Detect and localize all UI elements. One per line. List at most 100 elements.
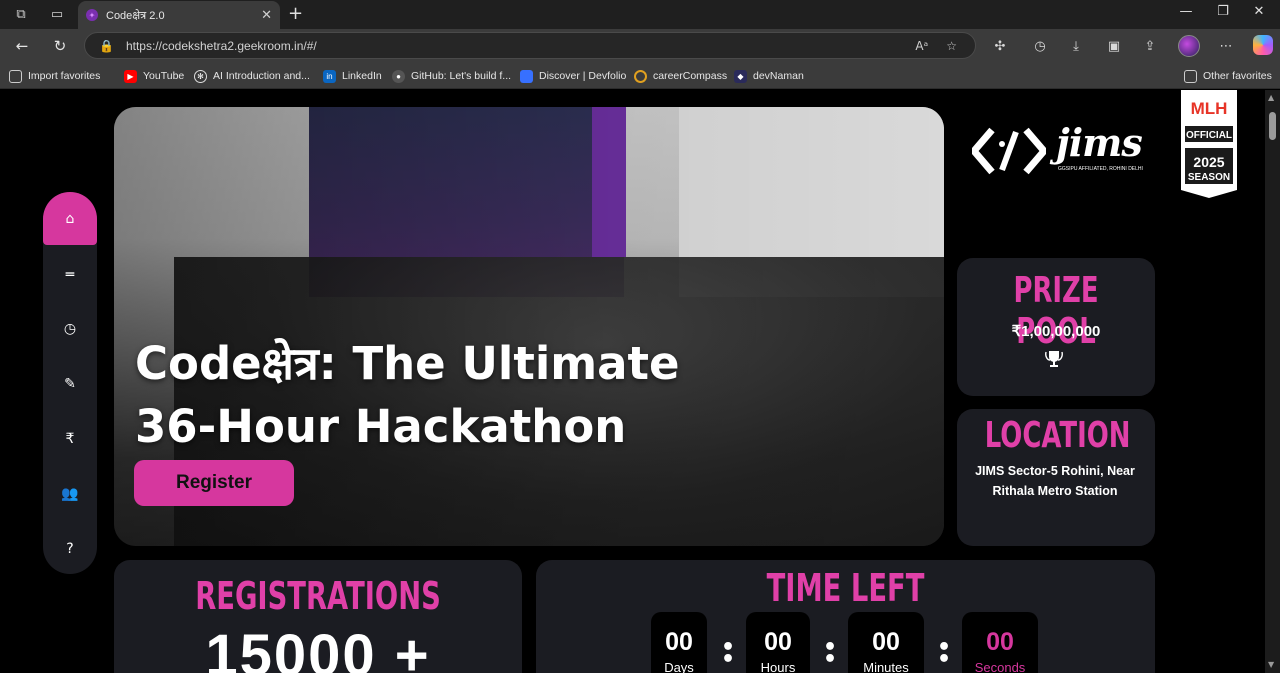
bookmarks-bar: Import favorites ▶ YouTube ✻ AI Introduc… [0, 62, 1280, 89]
bookmark-github[interactable]: ● GitHub: Let's build f... [392, 68, 511, 84]
bookmark-youtube[interactable]: ▶ YouTube [124, 68, 184, 84]
workspaces-icon[interactable]: ⧉ [10, 4, 32, 24]
home-icon: ⌂ [65, 210, 75, 227]
mlh-year-text: 2025 [1193, 154, 1224, 170]
bookmark-label: careerCompass [653, 70, 728, 82]
downloads-icon[interactable]: ⤓ [1066, 37, 1086, 55]
mlh-season-text: SEASON [1188, 172, 1230, 183]
devfolio-icon [520, 69, 533, 83]
copilot-icon[interactable] [1253, 35, 1273, 55]
location-card: LOCATION JIMS Sector-5 Rohini, Near Rith… [957, 409, 1155, 546]
countdown-minutes: 00 Minutes [848, 612, 924, 673]
bookmark-label: Discover | Devfolio [539, 70, 627, 82]
hours-label: Hours [760, 660, 796, 673]
browser-tab[interactable]: ✦ Codeक्षेत्र 2.0 ✕ [78, 1, 280, 29]
clock-icon: ◷ [63, 321, 77, 337]
address-bar[interactable]: 🔒 https://codekshetra2.geekroom.in/#/ Aᵃ… [84, 32, 976, 59]
bookmark-devnaman[interactable]: ◆ devNaman [734, 68, 804, 84]
hero-title: Codeक्षेत्र: The Ultimate 36-Hour Hackat… [135, 332, 755, 458]
folder-icon [1184, 69, 1197, 83]
linkedin-icon: in [323, 69, 336, 83]
geekroom-logo-icon [972, 127, 1046, 175]
jims-logo-subtitle: GGSIPU AFFILIATED, ROHINI DELHI [1058, 166, 1143, 172]
profile-avatar[interactable] [1178, 35, 1200, 57]
mlh-badge[interactable]: MLH OFFICIAL 2025 SEASON [1181, 90, 1237, 198]
other-favorites[interactable]: Other favorites [1184, 68, 1272, 84]
register-button[interactable]: Register [134, 460, 294, 506]
mlh-badge-text: MLH [1191, 99, 1228, 118]
prize-pool-value: ₹1,00,00,000 [1011, 323, 1101, 340]
browser-tab-bar: ⧉ ▭ ✦ Codeक्षेत्र 2.0 ✕ + — ❐ ✕ [0, 0, 1280, 29]
time-left-card: TIME LEFT 00 Days • • 00 Hours • • 00 Minu… [536, 560, 1155, 673]
close-tab-icon[interactable]: ✕ [261, 8, 272, 23]
url-text[interactable]: https://codekshetra2.geekroom.in/#/ [126, 39, 915, 53]
maximize-button[interactable]: ❐ [1203, 4, 1243, 19]
countdown-separator: • • [823, 635, 838, 672]
days-label: Days [664, 660, 694, 673]
countdown-separator: • • [937, 635, 952, 672]
history-icon[interactable]: ◷ [1030, 37, 1050, 55]
new-tab-button[interactable]: + [288, 4, 303, 24]
screenshot-icon[interactable]: ▣ [1104, 37, 1124, 55]
back-button[interactable]: ← [10, 35, 34, 57]
more-menu-icon[interactable]: ⋯ [1216, 37, 1236, 55]
registrations-title: REGISTRATIONS [195, 574, 441, 618]
bookmark-linkedin[interactable]: in LinkedIn [323, 68, 382, 84]
youtube-icon: ▶ [124, 69, 137, 83]
time-left-title: TIME LEFT [766, 566, 925, 610]
bookmark-label: Import favorites [28, 70, 101, 82]
extensions-icon[interactable]: ✣ [990, 37, 1010, 55]
openai-icon: ✻ [194, 69, 207, 83]
nav-home-button[interactable]: ⌂ [43, 192, 97, 245]
import-icon [9, 69, 22, 83]
refresh-button[interactable]: ↻ [48, 35, 72, 57]
scroll-thumb[interactable] [1269, 112, 1276, 140]
minimize-button[interactable]: — [1166, 4, 1206, 19]
favorite-star-icon[interactable]: ☆ [946, 39, 957, 53]
bookmark-devfolio[interactable]: Discover | Devfolio [520, 68, 626, 84]
nav-menu-button[interactable]: ═ [43, 260, 97, 290]
close-window-button[interactable]: ✕ [1239, 4, 1279, 19]
mlh-official-text: OFFICIAL [1186, 130, 1232, 141]
nav-prizes-button[interactable]: ₹ [43, 424, 97, 454]
countdown-hours: 00 Hours [746, 612, 810, 673]
bookmark-ai-intro[interactable]: ✻ AI Introduction and... [194, 68, 310, 84]
hero-title-line-1: Codeक्षेत्र: The Ultimate [135, 337, 680, 390]
prize-pool-card: PRIZE POOL ₹1,00,00,000 [957, 258, 1155, 396]
hero-title-line-2: 36-Hour Hackathon [135, 400, 627, 453]
rupee-coin-icon: ₹ [65, 431, 75, 447]
nav-team-button[interactable]: 👥 [43, 479, 97, 509]
github-icon: ● [392, 69, 405, 83]
nav-timeline-button[interactable]: ◷ [43, 314, 97, 344]
bookmark-import[interactable]: Import favorites [9, 68, 100, 84]
hero-section: Codeक्षेत्र: The Ultimate 36-Hour Hackat… [114, 107, 944, 546]
page-scrollbar[interactable]: ▲ ▼ [1265, 90, 1280, 673]
question-icon: ? [66, 541, 74, 557]
sponsor-logos: jims GGSIPU AFFILIATED, ROHINI DELHI [972, 120, 1152, 180]
side-navigation: ⌂ ═ ◷ ✎ ₹ 👥 ? [43, 192, 97, 574]
lock-icon[interactable]: 🔒 [99, 39, 114, 53]
site-favicon: ✦ [86, 9, 98, 21]
seconds-value: 00 [986, 628, 1014, 656]
minutes-value: 00 [872, 628, 900, 656]
jims-logo: jims [1056, 120, 1143, 165]
countdown-seconds: 00 Seconds [962, 612, 1038, 673]
minutes-label: Minutes [863, 660, 909, 673]
location-title: LOCATION [984, 415, 1131, 456]
team-icon: 👥 [61, 486, 79, 502]
bookmark-careercompass[interactable]: careerCompass [634, 68, 727, 84]
trophy-icon [1045, 351, 1063, 367]
bookmark-label: YouTube [143, 70, 185, 82]
bookmark-label: LinkedIn [342, 70, 382, 82]
read-aloud-icon[interactable]: Aᵃ [915, 39, 928, 53]
scroll-up-icon[interactable]: ▲ [1268, 93, 1274, 102]
nav-register-button[interactable]: ✎ [43, 369, 97, 399]
registrations-value: 15000 + [205, 623, 431, 673]
nav-faq-button[interactable]: ? [43, 534, 97, 564]
scroll-down-icon[interactable]: ▼ [1268, 660, 1274, 669]
share-icon[interactable]: ⇪ [1140, 37, 1160, 55]
tab-actions-icon[interactable]: ▭ [46, 4, 68, 24]
countdown-separator: • • [721, 635, 736, 672]
tab-title: Codeक्षेत्र 2.0 [106, 9, 165, 22]
edit-icon: ✎ [64, 376, 76, 392]
